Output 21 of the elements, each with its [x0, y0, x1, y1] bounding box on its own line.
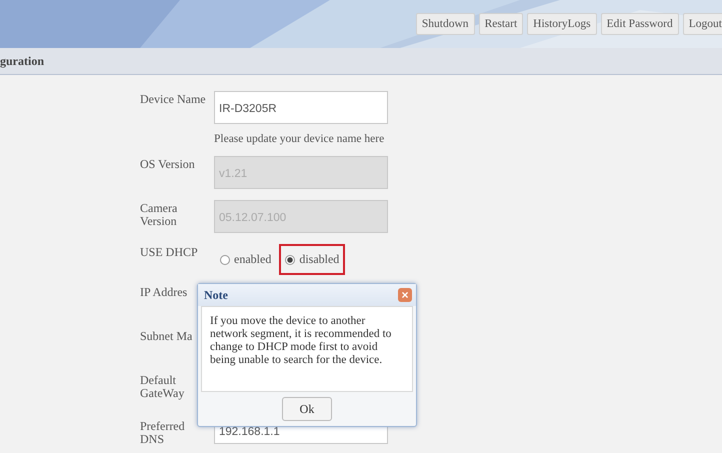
- dialog-message: If you move the device to another network segment, it is recommended to change to DHCP mode first to avoid being unable to search for the device.: [210, 315, 392, 367]
- field-label: OS Version: [140, 156, 196, 171]
- field-label: Camera Version: [140, 200, 178, 228]
- field-label: Device Name: [140, 91, 207, 106]
- radio-button[interactable]: [220, 254, 230, 264]
- field-label: USE DHCP: [140, 244, 199, 259]
- radio-button[interactable]: [285, 254, 296, 264]
- section-title: guration: [0, 54, 44, 68]
- header-button[interactable]: HistoryLogs: [527, 13, 597, 35]
- field-label: Subnet Ma: [140, 330, 194, 343]
- ok-button[interactable]: Ok: [282, 397, 332, 421]
- field-label: Default GateWay: [140, 374, 186, 400]
- radio-label[interactable]: enabled: [234, 252, 272, 267]
- dialog-title: Note: [204, 288, 228, 302]
- hint-text: Please update your device name here: [214, 133, 386, 145]
- text-field[interactable]: IR-D3205R: [214, 91, 388, 124]
- header-button[interactable]: Edit Password: [600, 13, 679, 35]
- header-button[interactable]: Shutdown: [416, 13, 475, 35]
- field-label: Preferred DNS: [140, 418, 186, 446]
- header-button[interactable]: Restart: [478, 13, 524, 35]
- header-button[interactable]: Logout: [682, 13, 722, 35]
